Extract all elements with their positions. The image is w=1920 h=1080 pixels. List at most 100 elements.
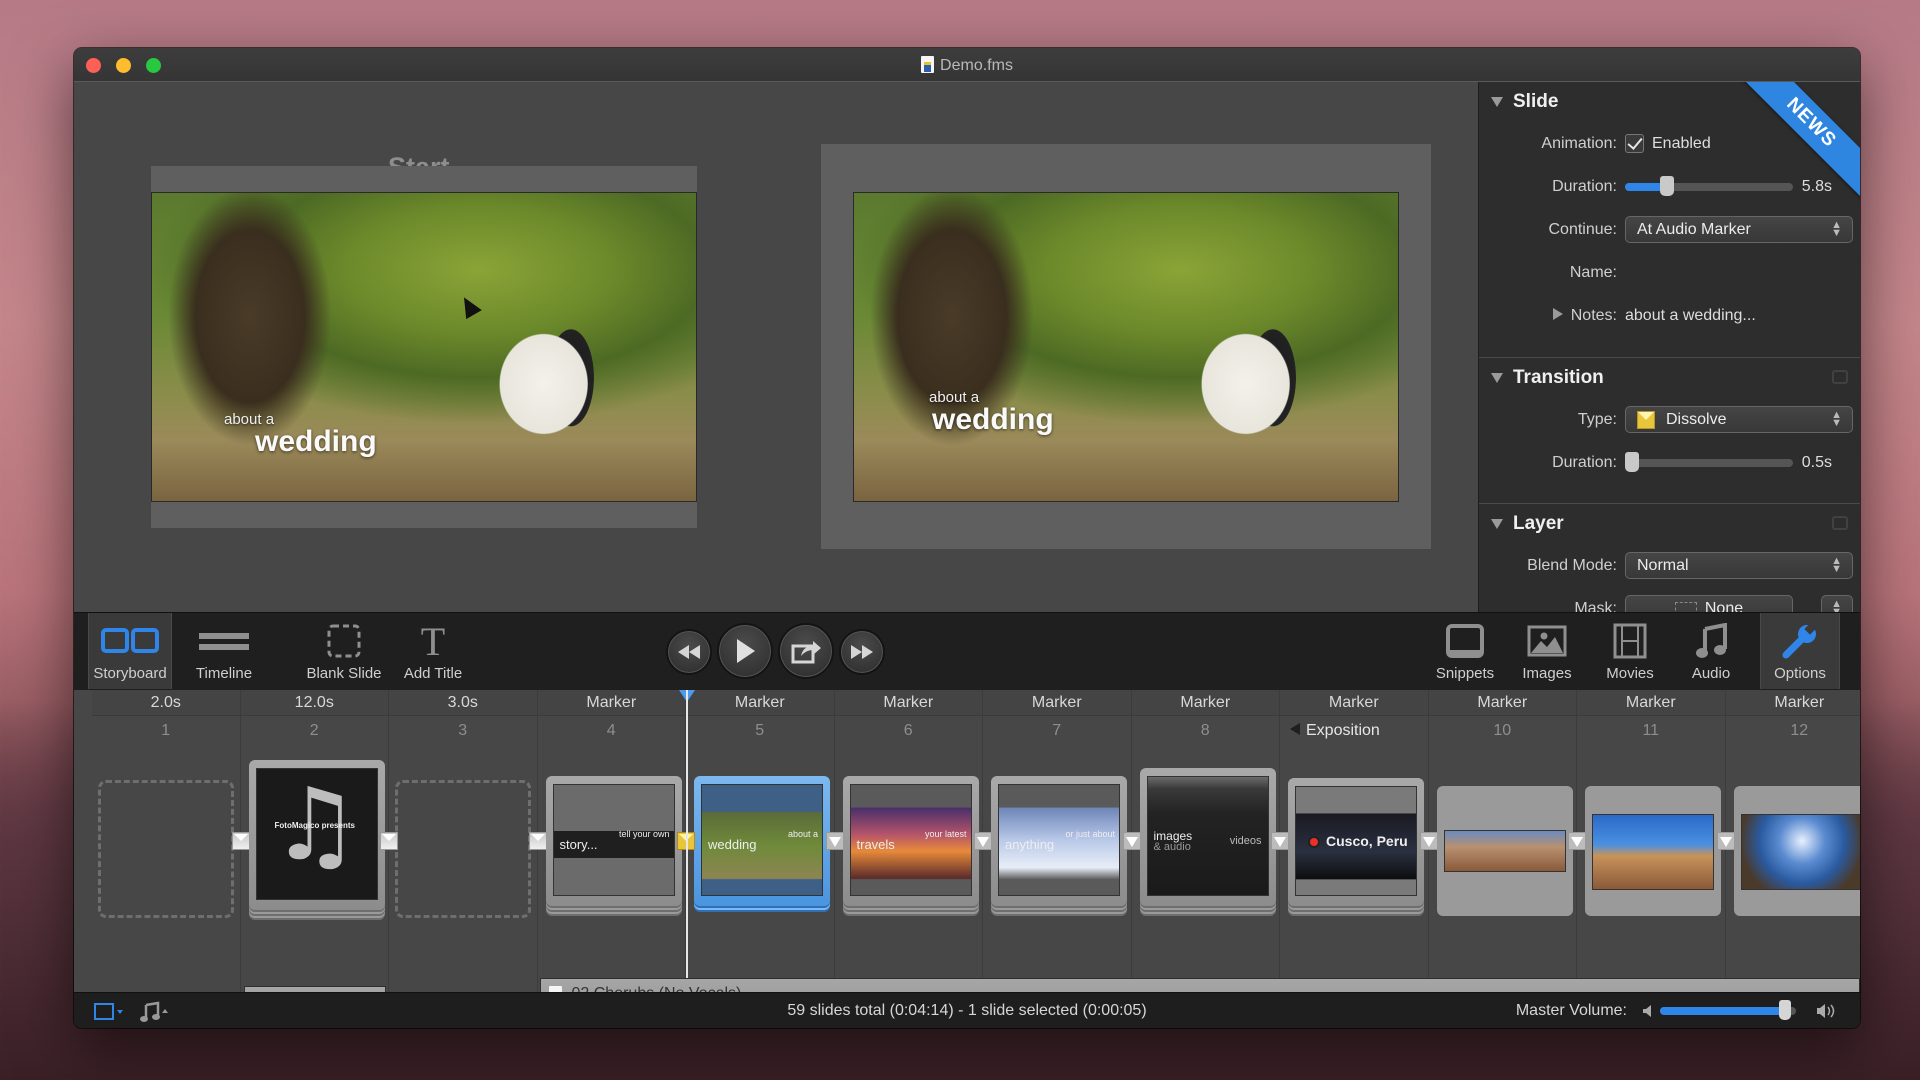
slide-duration-header[interactable]: 2.0s xyxy=(92,690,240,716)
slide-duration-header[interactable]: Marker xyxy=(686,690,834,716)
notes-disclosure-icon[interactable] xyxy=(1552,307,1563,320)
continue-value: At Audio Marker xyxy=(1637,220,1751,238)
popup-stepper-icon: ▲ ▼ xyxy=(1831,555,1842,575)
slide-duration-header[interactable]: Marker xyxy=(1577,690,1725,716)
slide-duration-slider[interactable] xyxy=(1625,175,1793,196)
slide-duration-header[interactable]: Marker xyxy=(1428,690,1576,716)
slide-number: 6 xyxy=(903,722,913,739)
options-button[interactable]: Options xyxy=(1760,613,1840,689)
playhead[interactable] xyxy=(686,690,688,992)
transition-button[interactable] xyxy=(825,832,844,850)
transition-button[interactable] xyxy=(1271,832,1289,850)
notes-value[interactable]: about a wedding... xyxy=(1625,307,1756,325)
slider-knob[interactable] xyxy=(1624,451,1639,472)
slide-caption: story... xyxy=(559,837,598,852)
layer-section-header[interactable]: Layer xyxy=(1479,504,1860,544)
slide-thumbnail[interactable]: story... tell your own xyxy=(545,776,682,906)
storyboard-column: Marker 8 images & audio videos xyxy=(1122,690,1280,992)
slide-duration-header[interactable]: Marker xyxy=(1280,690,1428,716)
slide-number: 7 xyxy=(1052,722,1062,739)
slide-duration-header[interactable]: 12.0s xyxy=(240,690,388,716)
slide-thumbnail[interactable]: Cusco, Peru xyxy=(1288,778,1424,906)
slide-thumbnail[interactable]: ♫ FotoMagico presents xyxy=(248,760,385,910)
slider-knob[interactable] xyxy=(1660,175,1674,196)
transition-button[interactable] xyxy=(1419,832,1438,850)
storyboard-button[interactable]: Storyboard xyxy=(88,613,172,689)
slide-thumbnail[interactable] xyxy=(1733,786,1860,916)
storyboard-column: 3.0s 3 xyxy=(380,690,538,992)
add-title-button[interactable]: T Add Title xyxy=(392,613,474,689)
transition-type-popup[interactable]: Dissolve ▲ ▼ xyxy=(1625,406,1853,433)
timeline-button[interactable]: Timeline xyxy=(182,613,266,689)
blend-mode-label: Blend Mode: xyxy=(1527,556,1617,574)
images-button[interactable]: Images xyxy=(1510,613,1584,689)
slide-number: 8 xyxy=(1200,722,1210,739)
transition-button[interactable] xyxy=(231,832,250,850)
blank-slide-button[interactable]: Blank Slide xyxy=(296,613,392,689)
slide-duration-value: 5.8s xyxy=(1801,177,1832,195)
transition-button[interactable] xyxy=(528,832,547,850)
continue-popup[interactable]: At Audio Marker ▲ ▼ xyxy=(1625,216,1853,243)
audio-clip-cherubs[interactable]: 02 Cherubs (No Vocals) xyxy=(539,978,1860,992)
slide-caption: travels xyxy=(856,837,895,852)
animation-enabled-label: Enabled xyxy=(1652,134,1711,152)
empty-slide-slot[interactable] xyxy=(98,780,234,918)
transition-duration-row: Duration: 0.5s xyxy=(1479,441,1860,484)
transition-button[interactable] xyxy=(1122,832,1141,850)
empty-slide-slot[interactable] xyxy=(395,780,531,918)
blend-mode-value: Normal xyxy=(1637,556,1689,574)
slide-image: anything or just about xyxy=(998,784,1120,896)
start-frame[interactable]: about a wedding xyxy=(151,166,697,528)
mask-stepper-button[interactable]: ▲ ▼ xyxy=(1821,595,1853,612)
slide-duration-header[interactable]: Marker xyxy=(1131,690,1279,716)
movies-button[interactable]: Movies xyxy=(1592,613,1668,689)
slide-caption: or just about xyxy=(1065,829,1115,839)
layer-section-title: Layer xyxy=(1513,513,1564,534)
slide-chapter-name: Exposition xyxy=(1280,716,1428,746)
audio-button[interactable]: Audio xyxy=(1676,613,1746,689)
lock-icon[interactable] xyxy=(1832,516,1848,530)
mask-popup[interactable]: None xyxy=(1625,595,1793,612)
slider-knob[interactable] xyxy=(1779,1000,1792,1020)
movies-label: Movies xyxy=(1606,665,1654,682)
slide-duration-header[interactable]: Marker xyxy=(537,690,685,716)
rewind-button[interactable] xyxy=(666,629,712,675)
popup-stepper-icon: ▲ ▼ xyxy=(1831,219,1842,239)
transition-duration-slider[interactable] xyxy=(1624,451,1793,472)
lock-icon[interactable] xyxy=(1832,370,1848,384)
animation-enabled-checkbox[interactable] xyxy=(1625,134,1644,153)
slide-duration-header[interactable]: Marker xyxy=(1725,690,1860,716)
storyboard-column: Marker 4 story... tell your own xyxy=(528,690,686,992)
transition-section-header[interactable]: Transition xyxy=(1479,358,1860,398)
blend-mode-popup[interactable]: Normal ▲ ▼ xyxy=(1625,552,1853,579)
play-button[interactable] xyxy=(717,623,773,679)
slide-duration-header[interactable]: 3.0s xyxy=(389,690,537,716)
snippets-button[interactable]: Snippets xyxy=(1428,613,1502,689)
master-volume-slider[interactable] xyxy=(1660,1000,1796,1020)
finish-frame[interactable]: about a wedding xyxy=(821,144,1431,549)
slide-duration-row: Duration: 5.8s xyxy=(1479,165,1860,208)
animation-label: Animation: xyxy=(1541,134,1617,152)
transition-button[interactable] xyxy=(380,832,398,850)
fast-forward-button[interactable] xyxy=(839,629,885,675)
transition-button[interactable] xyxy=(1568,832,1586,850)
slide-duration-header[interactable]: Marker xyxy=(983,690,1131,716)
transition-button[interactable] xyxy=(974,832,992,850)
start-caption-big: wedding xyxy=(255,425,377,458)
slide-duration-header[interactable]: Marker xyxy=(834,690,982,716)
add-title-label: Add Title xyxy=(403,665,463,682)
slide-section-header[interactable]: Slide xyxy=(1479,82,1860,122)
slide-thumbnail[interactable] xyxy=(1585,786,1721,916)
share-button[interactable] xyxy=(778,623,834,679)
slide-thumbnail[interactable]: travels your latest xyxy=(842,776,979,906)
slide-thumbnail[interactable]: anything or just about xyxy=(991,776,1127,906)
slide-thumbnail[interactable]: wedding about a xyxy=(694,776,830,906)
slide-thumbnail[interactable] xyxy=(1436,786,1573,916)
slide-thumbnail[interactable]: images & audio videos xyxy=(1139,768,1276,906)
name-row: Name: xyxy=(1479,251,1860,294)
snippets-icon xyxy=(1446,621,1484,661)
transition-type-label: Type: xyxy=(1577,410,1617,428)
name-field[interactable] xyxy=(1625,262,1860,284)
transition-duration-label: Duration: xyxy=(1552,453,1617,471)
transition-button[interactable] xyxy=(1716,832,1735,850)
